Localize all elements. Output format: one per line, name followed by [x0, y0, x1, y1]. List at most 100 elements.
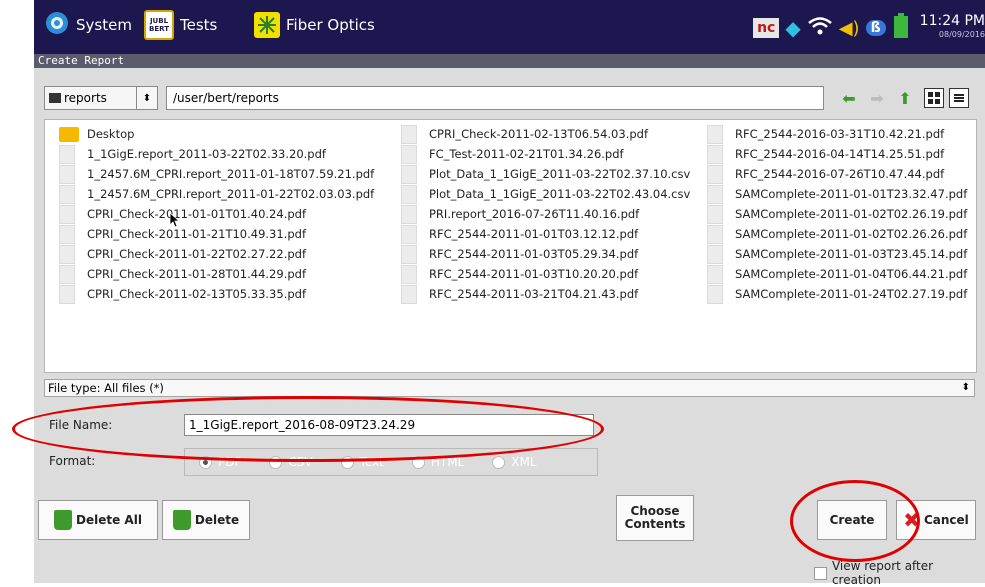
- tab-label: Fiber Optics: [286, 16, 375, 34]
- list-item[interactable]: SAMComplete-2011-01-02T02.26.19.pdf: [707, 204, 967, 224]
- file-name: FC_Test-2011-02-21T01.34.26.pdf: [429, 147, 624, 161]
- file-type-value: File type: All files (*): [48, 381, 164, 395]
- path-field[interactable]: /user/bert/reports: [166, 86, 824, 110]
- document-icon: [401, 144, 417, 164]
- list-item[interactable]: Desktop: [59, 124, 374, 144]
- list-item[interactable]: Plot_Data_1_1GigE_2011-03-22T02.37.10.cs…: [401, 164, 690, 184]
- forward-arrow-icon[interactable]: ➡: [867, 88, 887, 108]
- tab-label: System: [76, 16, 132, 34]
- list-item[interactable]: SAMComplete-2011-01-04T06.44.21.pdf: [707, 264, 967, 284]
- format-radio-xml[interactable]: XML: [492, 455, 537, 469]
- list-item[interactable]: FC_Test-2011-02-21T01.34.26.pdf: [401, 144, 690, 164]
- tab-fiber-optics[interactable]: Fiber Optics: [254, 10, 375, 40]
- list-item[interactable]: SAMComplete-2011-01-02T02.26.26.pdf: [707, 224, 967, 244]
- radio-dot: [199, 455, 212, 469]
- battery-icon: [892, 13, 910, 43]
- file-name: RFC_2544-2016-04-14T14.25.51.pdf: [735, 147, 945, 161]
- list-item[interactable]: RFC_2544-2016-04-14T14.25.51.pdf: [707, 144, 967, 164]
- document-icon: [59, 204, 75, 224]
- file-name: Desktop: [87, 127, 135, 141]
- wifi-icon[interactable]: [807, 16, 833, 40]
- delete-all-button[interactable]: Delete All: [38, 500, 158, 540]
- clock: 11:24 PM 08/09/2016: [920, 14, 985, 42]
- window-title: Create Report: [34, 54, 985, 68]
- file-name: CPRI_Check-2011-01-01T01.40.24.pdf: [87, 207, 306, 221]
- delete-button[interactable]: Delete: [162, 500, 250, 540]
- list-item[interactable]: RFC_2544-2016-03-31T10.42.21.pdf: [707, 124, 967, 144]
- tab-system[interactable]: System: [44, 10, 132, 40]
- radio-label: XML: [511, 455, 537, 469]
- updown-arrow-icon: ⬍: [961, 382, 970, 393]
- list-item[interactable]: CPRI_Check-2011-02-13T05.33.35.pdf: [59, 284, 374, 304]
- file-column-3: RFC_2544-2016-03-31T10.42.21.pdf RFC_254…: [707, 124, 967, 304]
- network-icon[interactable]: ◆: [785, 16, 800, 40]
- file-name: RFC_2544-2016-03-31T10.42.21.pdf: [735, 127, 945, 141]
- grid-view-icon[interactable]: [924, 88, 944, 108]
- list-item[interactable]: 1_2457.6M_CPRI.report_2011-01-18T07.59.2…: [59, 164, 374, 184]
- document-icon: [401, 204, 417, 224]
- list-item[interactable]: CPRI_Check-2011-01-22T02.27.22.pdf: [59, 244, 374, 264]
- file-type-select[interactable]: File type: All files (*) ⬍: [44, 379, 975, 397]
- list-item[interactable]: SAMComplete-2011-01-01T23.32.47.pdf: [707, 184, 967, 204]
- speaker-icon[interactable]: ◀): [839, 18, 860, 39]
- file-name: RFC_2544-2011-03-21T04.21.43.pdf: [429, 287, 639, 301]
- file-name-label: File Name:: [49, 418, 113, 432]
- list-item[interactable]: RFC_2544-2016-07-26T10.47.44.pdf: [707, 164, 967, 184]
- list-item[interactable]: CPRI_Check-2011-02-13T06.54.03.pdf: [401, 124, 690, 144]
- format-radio-pdf[interactable]: PDF: [199, 455, 241, 469]
- list-item[interactable]: CPRI_Check-2011-01-28T01.44.29.pdf: [59, 264, 374, 284]
- list-item[interactable]: SAMComplete-2011-01-03T23.45.14.pdf: [707, 244, 967, 264]
- button-label: Cancel: [923, 513, 969, 527]
- document-icon: [401, 284, 417, 304]
- fiber-star-icon: [254, 12, 280, 38]
- list-item[interactable]: RFC_2544-2011-01-01T03.12.12.pdf: [401, 224, 690, 244]
- format-radio-html[interactable]: HTML: [411, 455, 464, 469]
- tab-tests[interactable]: JUBL BERT Tests: [144, 10, 217, 40]
- format-radio-csv[interactable]: CSV: [269, 455, 313, 469]
- file-name: 1_2457.6M_CPRI.report_2011-01-22T02.03.0…: [87, 187, 375, 201]
- file-name: RFC_2544-2011-01-03T05.29.34.pdf: [429, 247, 639, 261]
- location-combo[interactable]: reports ⬍: [44, 86, 158, 110]
- list-item[interactable]: 1_2457.6M_CPRI.report_2011-01-22T02.03.0…: [59, 184, 374, 204]
- choose-contents-button[interactable]: Choose Contents: [616, 495, 694, 541]
- file-column-2: CPRI_Check-2011-02-13T06.54.03.pdf FC_Te…: [401, 124, 690, 304]
- cancel-button[interactable]: ✖ Cancel: [896, 500, 976, 540]
- file-list[interactable]: Desktop 1_1GigE.report_2011-03-22T02.33.…: [44, 119, 977, 373]
- list-item[interactable]: 1_1GigE.report_2011-03-22T02.33.20.pdf: [59, 144, 374, 164]
- list-item[interactable]: RFC_2544-2011-03-21T04.21.43.pdf: [401, 284, 690, 304]
- radio-dot: [492, 455, 506, 469]
- document-icon: [707, 244, 723, 264]
- radio-label: CSV: [288, 455, 313, 469]
- file-name: CPRI_Check-2011-02-13T05.33.35.pdf: [87, 287, 306, 301]
- document-icon: [707, 284, 723, 304]
- list-item[interactable]: RFC_2544-2011-01-03T05.29.34.pdf: [401, 244, 690, 264]
- document-icon: [59, 224, 75, 244]
- button-label: Choose Contents: [624, 504, 686, 531]
- back-arrow-icon[interactable]: ⬅: [839, 88, 859, 108]
- clock-date: 08/09/2016: [938, 30, 985, 39]
- file-name-input[interactable]: 1_1GigE.report_2016-08-09T23.24.29: [184, 414, 594, 436]
- list-item[interactable]: CPRI_Check-2011-01-21T10.49.31.pdf: [59, 224, 374, 244]
- file-name: PRI.report_2016-07-26T11.40.16.pdf: [429, 207, 640, 221]
- list-view-icon[interactable]: [949, 88, 969, 108]
- document-icon: [707, 124, 723, 144]
- format-radio-text[interactable]: Text: [340, 455, 384, 469]
- list-item[interactable]: CPRI_Check-2011-01-01T01.40.24.pdf: [59, 204, 374, 224]
- gear-icon: [44, 10, 70, 40]
- button-label: Create: [829, 513, 875, 527]
- list-item[interactable]: PRI.report_2016-07-26T11.40.16.pdf: [401, 204, 690, 224]
- bluetooth-icon[interactable]: ß: [865, 20, 886, 36]
- document-icon: [401, 164, 417, 184]
- up-arrow-icon[interactable]: ⬆: [895, 88, 915, 108]
- tab-label: Tests: [180, 16, 218, 34]
- document-icon: [59, 144, 75, 164]
- list-item[interactable]: Plot_Data_1_1GigE_2011-03-22T02.43.04.cs…: [401, 184, 690, 204]
- create-button[interactable]: Create: [817, 500, 887, 540]
- file-name: 1_2457.6M_CPRI.report_2011-01-18T07.59.2…: [87, 167, 375, 181]
- nc-icon[interactable]: nc: [753, 18, 780, 38]
- mouse-cursor-icon: [169, 212, 181, 231]
- folder-icon: [59, 126, 79, 142]
- list-item[interactable]: SAMComplete-2011-01-24T02.27.19.pdf: [707, 284, 967, 304]
- radio-dot: [340, 455, 354, 469]
- list-item[interactable]: RFC_2544-2011-01-03T10.20.20.pdf: [401, 264, 690, 284]
